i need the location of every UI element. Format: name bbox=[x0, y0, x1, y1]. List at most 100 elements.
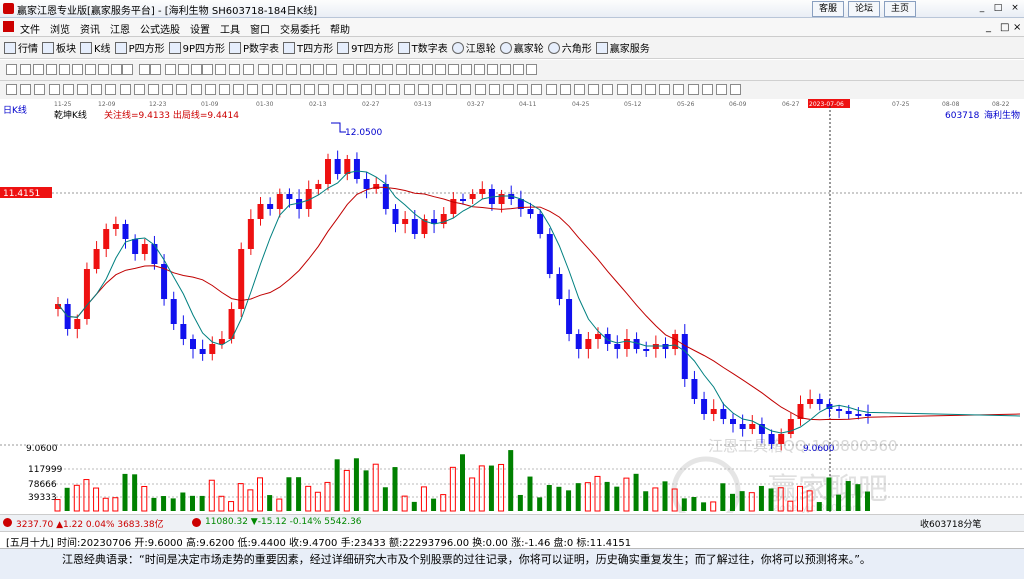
quote-button[interactable]: 行情 bbox=[4, 40, 38, 55]
analysis-tool-icon[interactable] bbox=[162, 84, 173, 95]
minimize-button[interactable]: _ bbox=[977, 3, 987, 13]
analysis-tool-icon[interactable] bbox=[432, 84, 443, 95]
service-link[interactable]: 客服 bbox=[812, 1, 845, 17]
drawing-tool-icon[interactable] bbox=[382, 64, 393, 75]
menu-browse[interactable]: 浏览 bbox=[50, 21, 70, 36]
analysis-tool-icon[interactable] bbox=[290, 84, 301, 95]
drawing-tool-icon[interactable] bbox=[243, 64, 254, 75]
analysis-tool-icon[interactable] bbox=[347, 84, 358, 95]
menu-help[interactable]: 帮助 bbox=[330, 21, 350, 36]
analysis-tool-icon[interactable] bbox=[148, 84, 159, 95]
analysis-tool-icon[interactable] bbox=[361, 84, 372, 95]
winner-wheel-button[interactable]: 赢家轮 bbox=[499, 40, 544, 55]
drawing-tool-icon[interactable] bbox=[286, 64, 297, 75]
drawing-tool-icon[interactable] bbox=[343, 64, 354, 75]
maximize-button[interactable]: □ bbox=[993, 3, 1003, 13]
menu-gann[interactable]: 江恩 bbox=[110, 21, 130, 36]
drawing-tool-icon[interactable] bbox=[461, 64, 472, 75]
t-number-button[interactable]: T数字表 bbox=[397, 40, 448, 55]
kline-chart[interactable]: 11-25 12-09 12-23 01-09 01-30 02-13 02-27 03-13… bbox=[0, 99, 1024, 526]
drawing-tool-icon[interactable] bbox=[85, 64, 96, 75]
close-button[interactable]: × bbox=[1010, 3, 1020, 13]
analysis-tool-icon[interactable] bbox=[105, 84, 116, 95]
drawing-tool-icon[interactable] bbox=[139, 64, 150, 75]
analysis-tool-icon[interactable] bbox=[631, 84, 642, 95]
gann-wheel-button[interactable]: 江恩轮 bbox=[451, 40, 496, 55]
drawing-tool-icon[interactable] bbox=[448, 64, 459, 75]
home-link[interactable]: 主页 bbox=[884, 1, 917, 17]
drawing-tool-icon[interactable] bbox=[229, 64, 240, 75]
kline-button[interactable]: K线 bbox=[80, 40, 111, 55]
analysis-tool-icon[interactable] bbox=[49, 84, 60, 95]
sector-button[interactable]: 板块 bbox=[42, 40, 76, 55]
analysis-tool-icon[interactable] bbox=[333, 84, 344, 95]
drawing-tool-icon[interactable] bbox=[435, 64, 446, 75]
sz-index-value[interactable]: 11080.32 ▼-15.12 -0.14% 5542.36 bbox=[205, 517, 362, 527]
analysis-tool-icon[interactable] bbox=[489, 84, 500, 95]
9p-square-button[interactable]: 9P四方形 bbox=[168, 40, 225, 55]
analysis-tool-icon[interactable] bbox=[375, 84, 386, 95]
analysis-tool-icon[interactable] bbox=[560, 84, 571, 95]
analysis-tool-icon[interactable] bbox=[716, 84, 727, 95]
drawing-tool-icon[interactable] bbox=[46, 64, 57, 75]
analysis-tool-icon[interactable] bbox=[34, 84, 45, 95]
p-square-button[interactable]: P四方形 bbox=[114, 40, 165, 55]
hexagon-button[interactable]: 六角形 bbox=[547, 40, 592, 55]
analysis-tool-icon[interactable] bbox=[120, 84, 131, 95]
drawing-tool-icon[interactable] bbox=[20, 64, 31, 75]
analysis-tool-icon[interactable] bbox=[262, 84, 273, 95]
doc-close-button[interactable]: × bbox=[1013, 22, 1021, 33]
analysis-tool-icon[interactable] bbox=[276, 84, 287, 95]
drawing-tool-icon[interactable] bbox=[487, 64, 498, 75]
drawing-tool-icon[interactable] bbox=[72, 64, 83, 75]
drawing-tool-icon[interactable] bbox=[396, 64, 407, 75]
analysis-tool-icon[interactable] bbox=[389, 84, 400, 95]
drawing-tool-icon[interactable] bbox=[422, 64, 433, 75]
menu-formula[interactable]: 公式选股 bbox=[140, 21, 180, 36]
menu-file[interactable]: 文件 bbox=[20, 21, 40, 36]
analysis-tool-icon[interactable] bbox=[176, 84, 187, 95]
drawing-tool-icon[interactable] bbox=[202, 64, 213, 75]
analysis-tool-icon[interactable] bbox=[688, 84, 699, 95]
drawing-tool-icon[interactable] bbox=[500, 64, 511, 75]
analysis-tool-icon[interactable] bbox=[673, 84, 684, 95]
drawing-tool-icon[interactable] bbox=[272, 64, 283, 75]
p-number-button[interactable]: P数字表 bbox=[229, 40, 279, 55]
drawing-tool-icon[interactable] bbox=[369, 64, 380, 75]
menu-news[interactable]: 资讯 bbox=[80, 21, 100, 36]
drawing-tool-icon[interactable] bbox=[526, 64, 537, 75]
analysis-tool-icon[interactable] bbox=[460, 84, 471, 95]
menu-tools[interactable]: 工具 bbox=[220, 21, 240, 36]
analysis-tool-icon[interactable] bbox=[134, 84, 145, 95]
drawing-tool-icon[interactable] bbox=[59, 64, 70, 75]
analysis-tool-icon[interactable] bbox=[659, 84, 670, 95]
analysis-tool-icon[interactable] bbox=[517, 84, 528, 95]
drawing-tool-icon[interactable] bbox=[215, 64, 226, 75]
analysis-tool-icon[interactable] bbox=[77, 84, 88, 95]
drawing-tool-icon[interactable] bbox=[356, 64, 367, 75]
analysis-tool-icon[interactable] bbox=[91, 84, 102, 95]
drawing-tool-icon[interactable] bbox=[150, 64, 161, 75]
doc-restore-button[interactable]: □ bbox=[1000, 22, 1009, 33]
analysis-tool-icon[interactable] bbox=[233, 84, 244, 95]
drawing-tool-icon[interactable] bbox=[409, 64, 420, 75]
analysis-tool-icon[interactable] bbox=[702, 84, 713, 95]
doc-minimize-button[interactable]: _ bbox=[986, 22, 991, 33]
analysis-tool-icon[interactable] bbox=[602, 84, 613, 95]
forum-link[interactable]: 论坛 bbox=[848, 1, 881, 17]
drawing-tool-icon[interactable] bbox=[513, 64, 524, 75]
drawing-tool-icon[interactable] bbox=[191, 64, 202, 75]
drawing-tool-icon[interactable] bbox=[178, 64, 189, 75]
drawing-tool-icon[interactable] bbox=[474, 64, 485, 75]
analysis-tool-icon[interactable] bbox=[730, 84, 741, 95]
drawing-tool-icon[interactable] bbox=[33, 64, 44, 75]
analysis-tool-icon[interactable] bbox=[418, 84, 429, 95]
analysis-tool-icon[interactable] bbox=[191, 84, 202, 95]
analysis-tool-icon[interactable] bbox=[63, 84, 74, 95]
analysis-tool-icon[interactable] bbox=[6, 84, 17, 95]
analysis-tool-icon[interactable] bbox=[304, 84, 315, 95]
analysis-tool-icon[interactable] bbox=[446, 84, 457, 95]
analysis-tool-icon[interactable] bbox=[20, 84, 31, 95]
drawing-tool-icon[interactable] bbox=[300, 64, 311, 75]
analysis-tool-icon[interactable] bbox=[219, 84, 230, 95]
